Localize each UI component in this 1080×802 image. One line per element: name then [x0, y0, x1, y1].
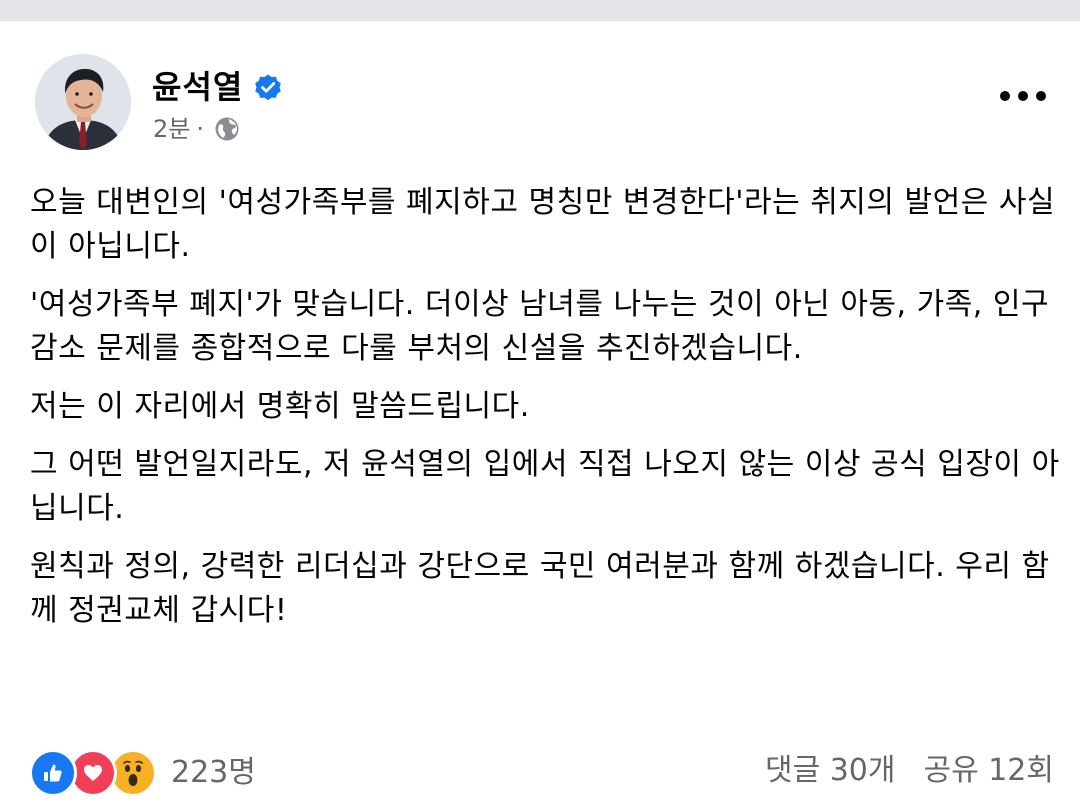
- more-options-icon[interactable]: [1000, 86, 1046, 106]
- comment-count[interactable]: 댓글 30개: [765, 749, 896, 793]
- meta-separator: ·: [196, 115, 204, 143]
- post-meta: 2분 ·: [153, 114, 240, 144]
- post-paragraph: '여성가족부 폐지'가 맞습니다. 더이상 남녀를 나누는 것이 아닌 아동, …: [30, 287, 1050, 366]
- post-paragraph: 원칙과 정의, 강력한 리더십과 강단으로 국민 여러분과 함께 하겠습니다. …: [30, 549, 1050, 628]
- author-name[interactable]: 윤석열: [152, 69, 243, 105]
- post-footer: 223명 댓글 30개 공유 12회: [0, 749, 1080, 799]
- globe-icon: [214, 116, 240, 142]
- engagement-stats: 댓글 30개 공유 12회: [765, 749, 1054, 793]
- verified-badge-icon: [253, 72, 283, 102]
- post-body: 오늘 대변인의 '여성가족부를 폐지하고 명칭만 변경한다'라는 취지의 발언은…: [30, 181, 1060, 647]
- share-count[interactable]: 공유 12회: [923, 749, 1054, 793]
- post-paragraph: 오늘 대변인의 '여성가족부를 폐지하고 명칭만 변경한다'라는 취지의 발언은…: [30, 185, 1056, 264]
- reactions-summary[interactable]: 223명: [29, 749, 256, 797]
- like-icon: [29, 749, 77, 797]
- post-paragraph: 그 어떤 발언일지라도, 저 윤석열의 입에서 직접 나오지 않는 이상 공식 …: [30, 447, 1060, 526]
- post-timestamp[interactable]: 2분: [153, 114, 190, 144]
- top-divider: [0, 0, 1080, 21]
- reaction-count[interactable]: 223명: [171, 751, 256, 795]
- post-card: 윤석열 2분 · 오늘 대변인의 '여성가족부를 폐지하고 명칭만 변경한다'라…: [0, 21, 1080, 802]
- author-row: 윤석열: [152, 69, 283, 105]
- post-paragraph: 저는 이 자리에서 명확히 말씀드립니다.: [30, 389, 530, 424]
- avatar[interactable]: [35, 54, 131, 150]
